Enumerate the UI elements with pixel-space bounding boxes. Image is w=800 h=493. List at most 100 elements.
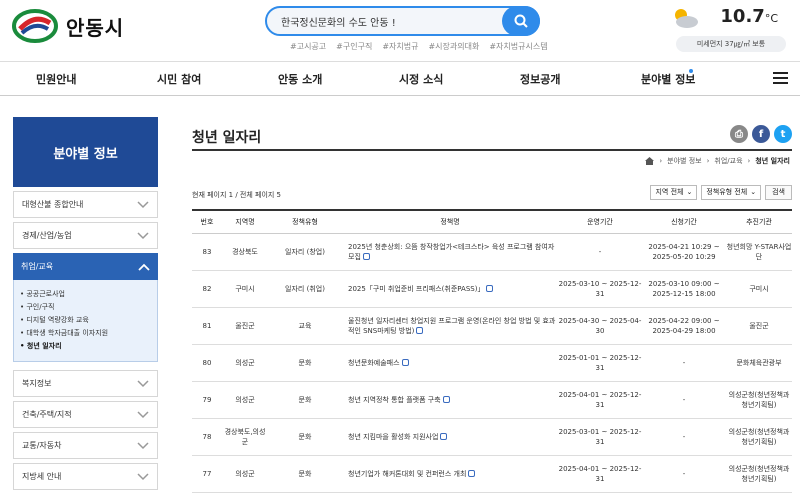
sidebar-submenu: • 공공근로사업 • 구인/구직 • 디지털 역량강화 교육 • 대학생 학자금… bbox=[13, 280, 158, 362]
chevron-down-icon: ⌄ bbox=[686, 188, 693, 196]
submenu-job-seeking[interactable]: • 구인/구직 bbox=[20, 301, 151, 314]
sidebar-item-transport[interactable]: 교통/자동차 bbox=[13, 432, 158, 459]
table-row[interactable]: 81 울진군 교육 울진청년 일자리센터 창업지원 프로그램 운영(온라인 창업 방법… bbox=[192, 307, 792, 345]
cell-application-period: 2025-03-10 09:00 ~ 2025-12-15 18:00 bbox=[642, 270, 726, 308]
chevron-up-icon bbox=[138, 263, 150, 271]
external-link-icon[interactable] bbox=[486, 285, 494, 292]
submenu-digital-education[interactable]: • 디지털 역량강화 교육 bbox=[20, 314, 151, 327]
tag-link[interactable]: #자치법규시스템 bbox=[489, 41, 547, 52]
cell-agency: 청년희망 Y-STAR사업단 bbox=[726, 233, 792, 271]
cell-agency: 울진군 bbox=[726, 307, 792, 345]
table-row[interactable]: 82 구미시 일자리 (취업) 2025「구미 취업준비 프리패스(취준PASS)」 2… bbox=[192, 270, 792, 308]
col-agency: 추진기관 bbox=[726, 210, 792, 234]
external-link-icon[interactable] bbox=[416, 327, 424, 334]
table-header: 번호 지역명 정책유형 정책명 운영기간 신청기간 추진기관 bbox=[192, 210, 792, 234]
cell-agency: 의성군청(청년정책과 청년기획팀) bbox=[726, 418, 792, 456]
nav-field-info[interactable]: 분야별 정보 bbox=[641, 71, 695, 87]
cell-policy-name[interactable]: 청년 지킴마을 활성화 지원사업 bbox=[342, 418, 558, 456]
external-link-icon[interactable] bbox=[440, 433, 448, 440]
cell-region: 의성군 bbox=[222, 344, 268, 382]
cell-agency: 문화체육관광부 bbox=[726, 344, 792, 382]
nav-civil-service[interactable]: 민원안내 bbox=[36, 71, 76, 87]
cell-number: 83 bbox=[192, 233, 222, 271]
policy-type-select[interactable]: 정책유형 전체 ⌄ bbox=[701, 185, 762, 200]
cell-policy-name[interactable]: 2025년 청춘상회: 으뜸 창작창업가<테크스타> 육성 프로그램 참여자 모… bbox=[342, 233, 558, 271]
twitter-icon[interactable]: t bbox=[774, 125, 792, 143]
cell-policy-name[interactable]: 청년문화예술패스 bbox=[342, 344, 558, 382]
table-row[interactable]: 78 경상북도,의성군 문화 청년 지킴마을 활성화 지원사업 2025-03-01 ~… bbox=[192, 418, 792, 456]
cell-operation-period: 2025-03-10 ~ 2025-12-31 bbox=[558, 270, 642, 308]
submenu-public-work[interactable]: • 공공근로사업 bbox=[20, 288, 151, 301]
hamburger-menu-icon[interactable] bbox=[773, 72, 788, 85]
nav-city-news[interactable]: 시정 소식 bbox=[399, 71, 443, 87]
sidebar-item-wildfire[interactable]: 대형산불 종합안내 bbox=[13, 191, 158, 218]
external-link-icon[interactable] bbox=[468, 470, 476, 477]
cell-region: 의성군 bbox=[222, 455, 268, 493]
cell-application-period: 2025-04-22 09:00 ~ 2025-04-29 18:00 bbox=[642, 307, 726, 345]
col-operation-period: 운영기간 bbox=[558, 210, 642, 234]
external-link-icon[interactable] bbox=[401, 359, 409, 366]
page-title: 청년 일자리 bbox=[192, 117, 792, 151]
sidebar-item-economy[interactable]: 경제/산업/농업 bbox=[13, 222, 158, 249]
cell-number: 77 bbox=[192, 455, 222, 493]
breadcrumb: › 분야별 정보 › 취업/교육 › 청년 일자리 bbox=[645, 156, 790, 166]
home-icon[interactable] bbox=[645, 157, 655, 165]
chevron-down-icon bbox=[137, 441, 149, 449]
tag-link[interactable]: #구인구직 bbox=[336, 41, 372, 52]
breadcrumb-current: 청년 일자리 bbox=[755, 157, 790, 165]
print-icon[interactable]: ⎙ bbox=[730, 125, 748, 143]
search-button[interactable] bbox=[502, 6, 540, 36]
cell-operation-period: 2025-04-30 ~ 2025-04-30 bbox=[558, 307, 642, 345]
submenu-student-loan[interactable]: • 대학생 학자금대출 이자지원 bbox=[20, 327, 151, 340]
sidebar-item-welfare[interactable]: 복지정보 bbox=[13, 370, 158, 397]
search-icon bbox=[514, 14, 528, 28]
cell-policy-name[interactable]: 2025「구미 취업준비 프리패스(취준PASS)」 bbox=[342, 270, 558, 308]
table-row[interactable]: 77 의성군 문화 청년기업가 해커톤대회 및 컨퍼런스 개최 2025-04-01 ~… bbox=[192, 455, 792, 493]
cell-policy-name[interactable]: 울진청년 일자리센터 창업지원 프로그램 운영(온라인 창업 방법 및 효과적인… bbox=[342, 307, 558, 345]
cell-application-period: - bbox=[642, 381, 726, 419]
cell-region: 경상북도 bbox=[222, 233, 268, 271]
tag-link[interactable]: #시장과의대화 bbox=[428, 41, 479, 52]
table-row[interactable]: 80 의성군 문화 청년문화예술패스 2025-01-01 ~ 2025-12-31- 문… bbox=[192, 344, 792, 382]
popular-tags: #고시공고 #구인구직 #자치법규 #시장과의대화 #자치법규시스템 bbox=[290, 41, 548, 52]
cell-application-period: - bbox=[642, 418, 726, 456]
nav-public-info[interactable]: 정보공개 bbox=[520, 71, 560, 87]
chevron-down-icon bbox=[137, 410, 149, 418]
col-policy-type: 정책유형 bbox=[268, 210, 342, 234]
chevron-down-icon bbox=[137, 231, 149, 239]
breadcrumb-link[interactable]: 취업/교육 bbox=[714, 156, 742, 166]
temperature: 10.7°C bbox=[720, 6, 778, 27]
youth-jobs-table: 번호 지역명 정책유형 정책명 운영기간 신청기간 추진기관 83 경상북도 일자리… bbox=[192, 209, 792, 493]
nav-about-andong[interactable]: 안동 소개 bbox=[278, 71, 322, 87]
tag-link[interactable]: #고시공고 bbox=[290, 41, 326, 52]
site-logo[interactable]: 안동시 bbox=[12, 9, 124, 43]
cell-policy-type: 일자리 (취업) bbox=[268, 270, 342, 308]
tag-link[interactable]: #자치법규 bbox=[382, 41, 418, 52]
cell-application-period: - bbox=[642, 344, 726, 382]
table-row[interactable]: 83 경상북도 일자리 (창업) 2025년 청춘상회: 으뜸 창작창업가<테크스타>… bbox=[192, 233, 792, 271]
table-row[interactable]: 79 의성군 문화 청년 지역정착 통합 플랫폼 구축 2025-04-01 ~ 202… bbox=[192, 381, 792, 419]
cell-policy-name[interactable]: 청년 지역정착 통합 플랫폼 구축 bbox=[342, 381, 558, 419]
external-link-icon[interactable] bbox=[442, 396, 450, 403]
cell-policy-name[interactable]: 청년기업가 해커톤대회 및 컨퍼런스 개최 bbox=[342, 455, 558, 493]
nav-citizen-participation[interactable]: 시민 참여 bbox=[157, 71, 201, 87]
cell-policy-type: 문화 bbox=[268, 455, 342, 493]
submenu-youth-jobs[interactable]: • 청년 일자리 bbox=[20, 340, 151, 353]
cell-agency: 구미시 bbox=[726, 270, 792, 308]
main-navigation: 민원안내 시민 참여 안동 소개 시정 소식 정보공개 분야별 정보 bbox=[0, 62, 800, 96]
cell-number: 81 bbox=[192, 307, 222, 345]
search-bar[interactable]: 한국정신문화의 수도 안동 ! bbox=[265, 6, 540, 36]
facebook-icon[interactable]: f bbox=[752, 125, 770, 143]
breadcrumb-link[interactable]: 분야별 정보 bbox=[667, 156, 701, 166]
sidebar-item-local-tax[interactable]: 지방세 안내 bbox=[13, 463, 158, 490]
col-application-period: 신청기간 bbox=[642, 210, 726, 234]
active-indicator-dot bbox=[689, 69, 693, 73]
sidebar-item-employment[interactable]: 취업/교육 bbox=[13, 253, 158, 280]
external-link-icon[interactable] bbox=[362, 253, 370, 260]
region-select[interactable]: 지역 전체 ⌄ bbox=[650, 185, 698, 200]
fine-dust-status: 미세먼지 37㎍/㎥ 보통 bbox=[676, 36, 786, 52]
search-input[interactable]: 한국정신문화의 수도 안동 ! bbox=[281, 14, 396, 29]
filter-search-button[interactable]: 검색 bbox=[765, 185, 792, 200]
sidebar-item-construction[interactable]: 건축/주택/지적 bbox=[13, 401, 158, 428]
share-buttons: ⎙ f t bbox=[730, 125, 792, 143]
